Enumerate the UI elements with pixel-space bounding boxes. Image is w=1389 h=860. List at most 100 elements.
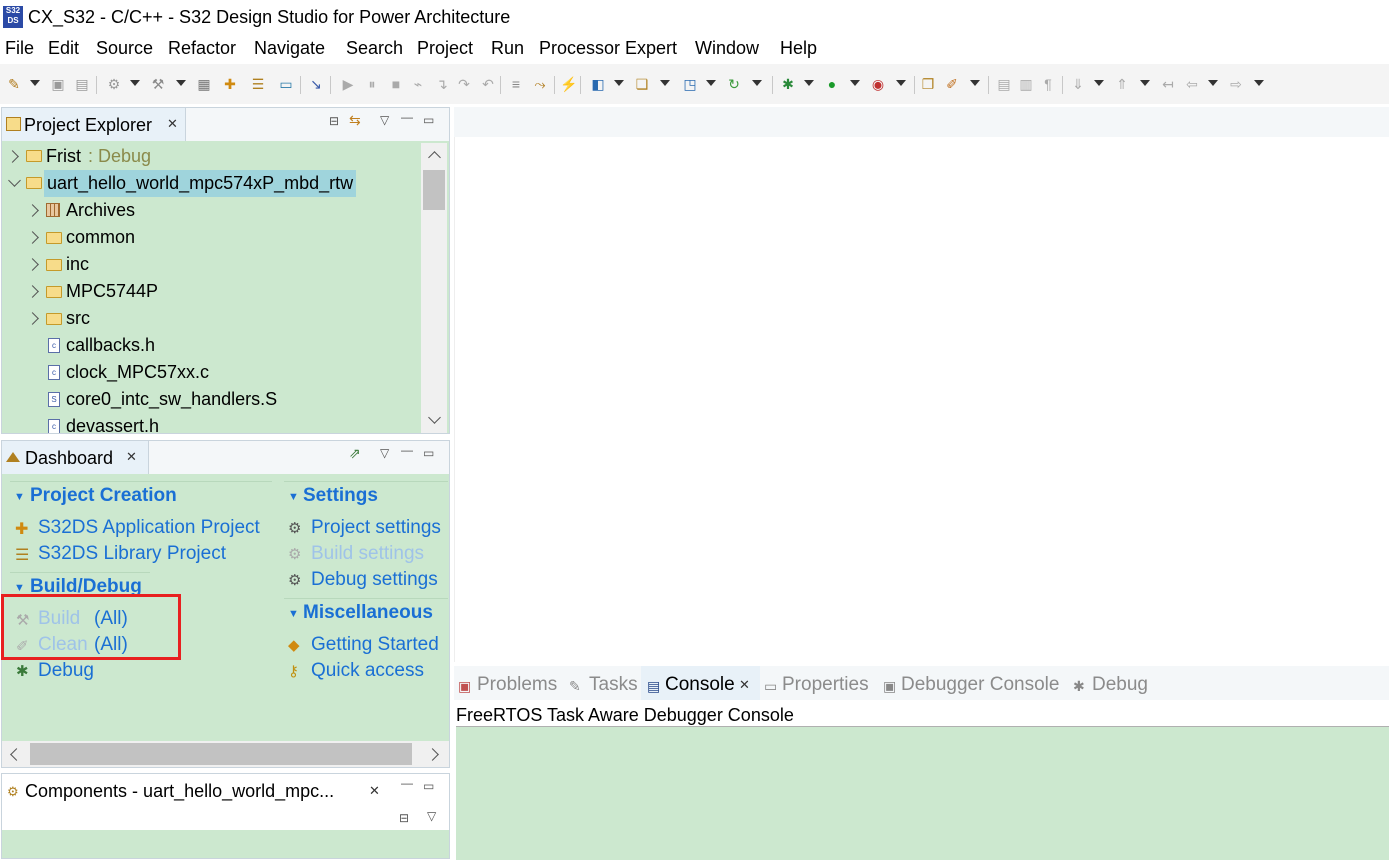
chevron-down-icon[interactable]	[30, 80, 40, 86]
chevron-down-icon[interactable]	[850, 80, 860, 86]
collapse-section-icon[interactable]: ▼	[288, 491, 299, 503]
chevron-right-icon[interactable]	[26, 312, 39, 325]
show-whitespace-icon[interactable]: ¶	[1040, 76, 1056, 92]
chevron-down-icon[interactable]	[8, 174, 21, 187]
chevron-down-icon[interactable]	[970, 80, 980, 86]
close-icon[interactable]: ✕	[739, 677, 750, 693]
library-icon[interactable]: ☰	[250, 76, 266, 92]
instruction-step-icon[interactable]: ≡	[508, 76, 524, 92]
step-into-icon[interactable]: ↴	[434, 76, 450, 92]
chevron-right-icon[interactable]	[26, 204, 39, 217]
chevron-right-icon[interactable]	[26, 285, 39, 298]
section-settings[interactable]: Settings	[303, 485, 378, 507]
close-icon[interactable]: ✕	[126, 449, 137, 465]
back-icon[interactable]: ⇦	[1184, 76, 1200, 92]
toggle-mark-icon[interactable]: ▤	[996, 76, 1012, 92]
menu-window[interactable]: Window	[695, 38, 759, 59]
chevron-down-icon[interactable]	[614, 80, 624, 86]
new-project-icon[interactable]: ✚	[222, 76, 238, 92]
vertical-scrollbar[interactable]	[421, 143, 447, 433]
flash-icon[interactable]: ⚡	[560, 76, 577, 92]
link-s32ds-application-project[interactable]: S32DS Application Project	[38, 517, 260, 539]
run-icon[interactable]: ●	[824, 76, 840, 92]
link-build-settings[interactable]: Build settings	[311, 543, 424, 565]
link-project-settings[interactable]: Project settings	[311, 517, 441, 539]
section-miscellaneous[interactable]: Miscellaneous	[303, 602, 433, 624]
save-icon[interactable]: ▣	[50, 76, 66, 92]
open-folder-icon[interactable]: ❐	[920, 76, 936, 92]
skip-breakpoints-icon[interactable]: ↘	[308, 76, 324, 92]
chevron-down-icon[interactable]	[706, 80, 716, 86]
collapse-all-icon[interactable]: ⊟	[399, 811, 409, 825]
terminate-icon[interactable]: ■	[388, 76, 404, 92]
hammer-icon[interactable]: ⚒	[150, 76, 166, 92]
chevron-down-icon[interactable]	[660, 80, 670, 86]
maximize-icon[interactable]: ▭	[423, 779, 434, 793]
chevron-down-icon[interactable]	[1140, 80, 1150, 86]
tab-dashboard[interactable]: Dashboard ✕	[2, 441, 149, 474]
close-icon[interactable]: ✕	[167, 116, 178, 132]
prev-annotation-icon[interactable]: ⇑	[1114, 76, 1130, 92]
chevron-down-icon[interactable]	[1094, 80, 1104, 86]
suspend-icon[interactable]: ⏸	[364, 76, 380, 92]
horizontal-scrollbar[interactable]	[2, 741, 449, 767]
target-icon[interactable]: ▭	[278, 76, 294, 92]
tab-properties[interactable]: Properties	[782, 674, 869, 696]
scrollbar-thumb[interactable]	[423, 170, 445, 210]
build-config-icon[interactable]: ⚙	[106, 76, 122, 92]
collapse-section-icon[interactable]: ▼	[14, 491, 25, 503]
chevron-down-icon[interactable]	[896, 80, 906, 86]
chevron-right-icon[interactable]	[26, 231, 39, 244]
view-menu-icon[interactable]: ▽	[380, 446, 389, 460]
scrollbar-thumb[interactable]	[30, 743, 412, 765]
maximize-icon[interactable]: ▭	[423, 113, 434, 127]
menu-search[interactable]: Search	[346, 38, 403, 59]
debug-bug-icon[interactable]: ✱	[780, 76, 796, 92]
menu-edit[interactable]: Edit	[48, 38, 79, 59]
tab-project-explorer[interactable]: Project Explorer ✕	[2, 108, 186, 141]
menu-source[interactable]: Source	[96, 38, 153, 59]
tab-tasks[interactable]: Tasks	[589, 674, 638, 696]
step-over-icon[interactable]: ↷	[456, 76, 472, 92]
chevron-down-icon[interactable]	[1208, 80, 1218, 86]
next-annotation-icon[interactable]: ⇓	[1070, 76, 1086, 92]
step-return-icon[interactable]: ↶	[480, 76, 496, 92]
menu-refactor[interactable]: Refactor	[168, 38, 236, 59]
minimize-icon[interactable]: —	[401, 776, 413, 790]
tab-components[interactable]: Components - uart_hello_world_mpc...	[25, 781, 334, 802]
chevron-down-icon[interactable]	[428, 411, 441, 424]
new-icon[interactable]: ✎	[6, 76, 22, 92]
chevron-down-icon[interactable]	[752, 80, 762, 86]
menu-help[interactable]: Help	[780, 38, 817, 59]
save-all-icon[interactable]: ▤	[74, 76, 90, 92]
chevron-down-icon[interactable]	[804, 80, 814, 86]
tab-console[interactable]: Console	[665, 674, 735, 696]
section-project-creation[interactable]: Project Creation	[30, 485, 177, 507]
tab-problems[interactable]: Problems	[477, 674, 557, 696]
toggle-block-icon[interactable]: ▥	[1018, 76, 1034, 92]
last-edit-icon[interactable]: ↤	[1160, 76, 1176, 92]
menu-project[interactable]: Project	[417, 38, 473, 59]
link-getting-started[interactable]: Getting Started	[311, 634, 439, 656]
collapse-section-icon[interactable]: ▼	[14, 582, 25, 594]
chevron-down-icon[interactable]	[130, 80, 140, 86]
menu-processor-expert[interactable]: Processor Expert	[539, 38, 677, 59]
chevron-down-icon[interactable]	[176, 80, 186, 86]
tab-debug[interactable]: Debug	[1092, 674, 1148, 696]
close-icon[interactable]: ✕	[369, 783, 380, 799]
link-debug-settings[interactable]: Debug settings	[311, 569, 438, 591]
customize-icon[interactable]: ⇗	[349, 445, 361, 462]
minimize-icon[interactable]: —	[401, 110, 413, 124]
menu-file[interactable]: File	[5, 38, 34, 59]
pin-icon[interactable]: ✐	[944, 76, 960, 92]
chevron-left-icon[interactable]	[10, 748, 23, 761]
link-s32ds-library-project[interactable]: S32DS Library Project	[38, 543, 226, 565]
chevron-up-icon[interactable]	[428, 151, 441, 164]
view-menu-icon[interactable]: ▽	[427, 809, 436, 823]
maximize-icon[interactable]: ▭	[423, 446, 434, 460]
restart-icon[interactable]: ⤳	[532, 76, 548, 92]
binary-icon[interactable]: ▦	[196, 76, 212, 92]
resume-icon[interactable]: ▶	[340, 76, 356, 92]
new-source-icon[interactable]: ◳	[682, 76, 698, 92]
minimize-icon[interactable]: —	[401, 443, 413, 457]
